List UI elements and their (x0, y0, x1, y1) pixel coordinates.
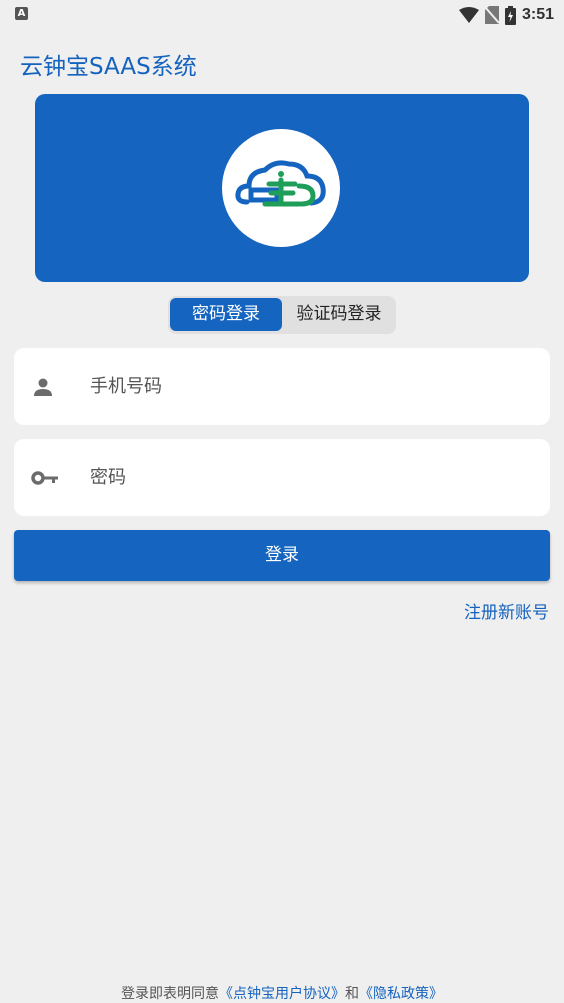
logo-circle (222, 129, 340, 247)
agreement-footer: 登录即表明同意《点钟宝用户协议》和《隐私政策》 (0, 983, 564, 1003)
password-input[interactable] (90, 439, 530, 516)
agreement-conjunction: 和 (345, 986, 359, 1002)
agreement-prefix: 登录即表明同意 (121, 986, 219, 1002)
banner (35, 94, 529, 282)
login-button[interactable]: 登录 (14, 530, 550, 581)
battery-charging-icon (504, 5, 516, 25)
clock: 3:51 (521, 6, 554, 23)
notification-icon: A (15, 7, 28, 20)
password-field (14, 439, 550, 516)
user-agreement-link[interactable]: 《点钟宝用户协议》 (219, 986, 345, 1002)
status-icons: 3:51 (458, 4, 554, 26)
register-link[interactable]: 注册新账号 (464, 598, 549, 623)
status-bar: A 3:51 (0, 0, 564, 30)
privacy-policy-link[interactable]: 《隐私政策》 (359, 986, 443, 1002)
key-icon (31, 471, 58, 485)
person-icon (34, 378, 52, 396)
phone-field (14, 348, 550, 425)
phone-input[interactable] (90, 348, 530, 425)
cloud-clock-logo (235, 160, 326, 207)
tab-code-login[interactable]: 验证码登录 (284, 298, 394, 331)
wifi-icon (458, 7, 479, 23)
app-title: 云钟宝SAAS系统 (20, 54, 197, 80)
no-sim-icon (484, 6, 499, 24)
login-mode-toggle: 密码登录 验证码登录 (168, 296, 396, 334)
tab-password-login[interactable]: 密码登录 (170, 298, 282, 331)
